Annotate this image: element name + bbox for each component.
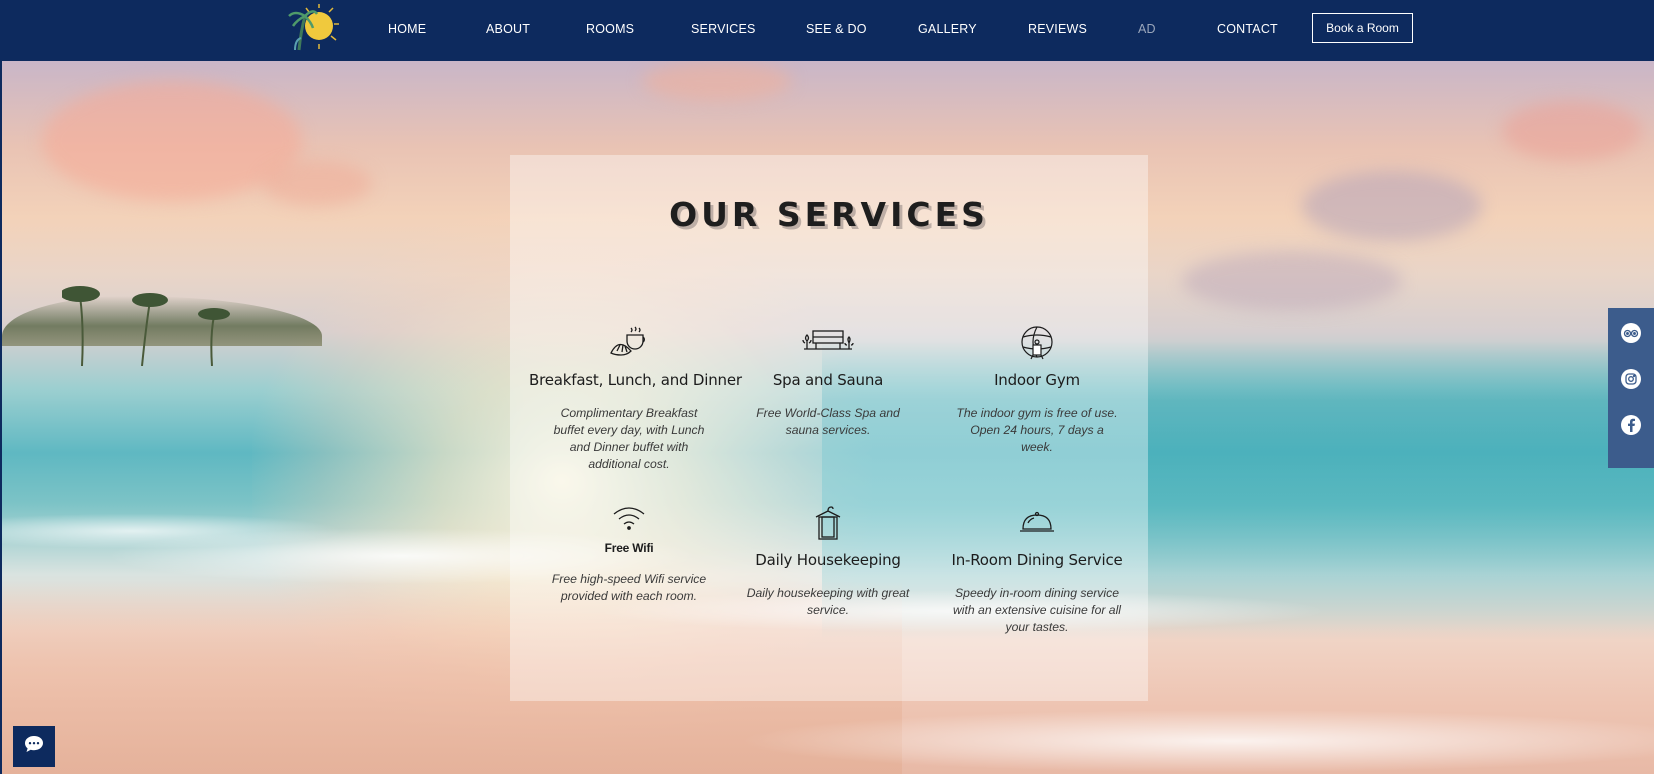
nav-see-and-do[interactable]: SEE & DO	[806, 19, 867, 39]
nav-home[interactable]: HOME	[388, 19, 426, 39]
service-description: Speedy in-room dining service with an ex…	[952, 586, 1121, 634]
nav-rooms[interactable]: ROOMS	[586, 19, 634, 39]
service-card-dining: Breakfast, Lunch, and Dinner Complimenta…	[529, 325, 742, 473]
service-description: Free World-Class Spa and sauna services.	[756, 406, 900, 437]
services-panel: OUR SERVICES Breakfast, Lunch, and Dinne…	[510, 155, 1148, 701]
site-logo[interactable]	[287, 4, 341, 52]
nav-reviews[interactable]: REVIEWS	[1028, 19, 1087, 39]
room-service-cloche-icon	[937, 505, 1137, 545]
service-title: Free Wifi	[604, 541, 654, 555]
chat-button[interactable]	[13, 726, 55, 767]
service-description: The indoor gym is free of use. Open 24 h…	[956, 406, 1118, 454]
service-description: Daily housekeeping with great service.	[746, 586, 910, 617]
page-title: OUR SERVICES	[669, 195, 989, 234]
service-title: Daily Housekeeping	[755, 551, 901, 569]
service-card-spa: Spa and Sauna Free World-Class Spa and s…	[728, 325, 928, 439]
coffee-croissant-icon	[529, 325, 729, 365]
service-title: Indoor Gym	[994, 371, 1080, 389]
instagram-icon[interactable]	[1621, 369, 1641, 389]
nav-services[interactable]: SERVICES	[691, 19, 756, 39]
nav-gallery[interactable]: GALLERY	[918, 19, 977, 39]
service-card-in-room-dining: In-Room Dining Service Speedy in-room di…	[937, 505, 1137, 636]
social-sidebar	[1608, 308, 1654, 468]
service-description: Free high-speed Wifi service provided wi…	[551, 572, 707, 603]
service-description: Complimentary Breakfast buffet every day…	[553, 406, 705, 471]
book-a-room-button[interactable]: Book a Room	[1312, 13, 1413, 43]
towel-hanger-icon	[728, 505, 928, 545]
service-card-housekeeping: Daily Housekeeping Daily housekeeping wi…	[728, 505, 928, 619]
nav-contact[interactable]: CONTACT	[1217, 19, 1278, 39]
site-header: HOME ABOUT ROOMS SERVICES SEE & DO GALLE…	[0, 0, 1654, 61]
wifi-icon	[529, 505, 729, 535]
nav-about[interactable]: ABOUT	[486, 19, 530, 39]
nav-ad[interactable]: AD	[1138, 19, 1156, 39]
chat-bubble-icon	[24, 735, 44, 758]
spa-bed-icon	[728, 325, 928, 365]
service-title: In-Room Dining Service	[951, 551, 1123, 569]
service-title: Breakfast, Lunch, and Dinner	[529, 371, 742, 389]
service-title: Spa and Sauna	[772, 371, 884, 389]
gym-globe-icon	[937, 325, 1137, 365]
facebook-icon[interactable]	[1621, 415, 1641, 435]
service-card-gym: Indoor Gym The indoor gym is free of use…	[937, 325, 1137, 456]
tripadvisor-icon[interactable]	[1621, 323, 1641, 343]
service-card-wifi: Free Wifi Free high-speed Wifi service p…	[529, 505, 729, 605]
